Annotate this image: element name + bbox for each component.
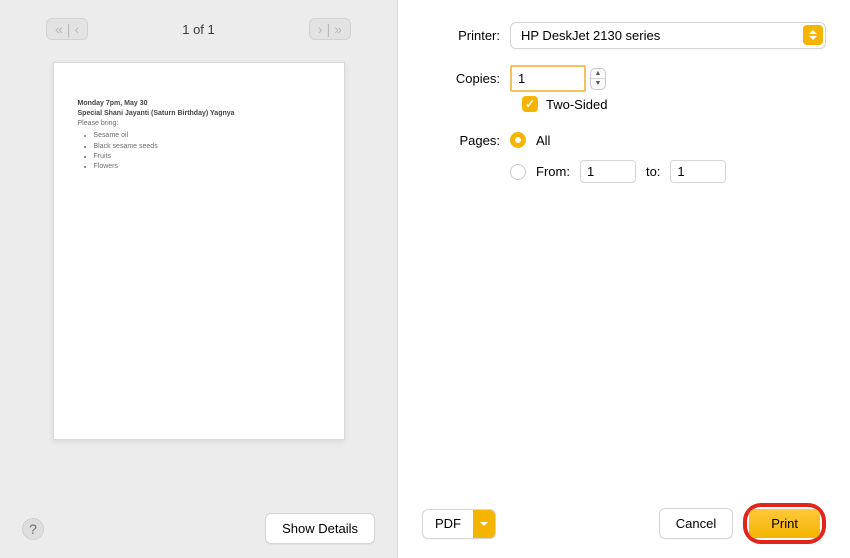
pdf-menu-button[interactable]: PDF xyxy=(422,509,496,539)
next-page-group[interactable]: › | » xyxy=(309,18,351,40)
stepper-down-icon: ▼ xyxy=(591,79,605,89)
pages-from-label: From: xyxy=(536,164,570,179)
two-sided-label: Two-Sided xyxy=(546,97,607,112)
doc-line-1: Monday 7pm, May 30 xyxy=(78,99,320,109)
pages-row: Pages: All From: to: xyxy=(422,132,826,183)
right-footer: PDF Cancel Print xyxy=(422,493,826,544)
options-pane: Printer: HP DeskJet 2130 series Copies: … xyxy=(398,0,850,558)
radio-icon xyxy=(510,164,526,180)
chevron-down-icon xyxy=(473,510,495,538)
copies-stepper[interactable]: ▲ ▼ xyxy=(590,68,606,90)
doc-line-2: Special Shani Jayanti (Saturn Birthday) … xyxy=(78,109,320,119)
pages-from-input[interactable] xyxy=(580,160,636,183)
prev-page-group[interactable]: « | ‹ xyxy=(46,18,88,40)
help-button[interactable]: ? xyxy=(22,518,44,540)
page-indicator: 1 of 1 xyxy=(182,22,215,37)
pages-options: All From: to: xyxy=(510,132,726,183)
doc-list-item: Fruits xyxy=(94,152,320,162)
printer-select-value: HP DeskJet 2130 series xyxy=(510,22,826,49)
dropdown-caret-icon xyxy=(803,25,823,45)
print-dialog: « | ‹ 1 of 1 › | » Monday 7pm, May 30 Sp… xyxy=(0,0,850,558)
nav-separator: | xyxy=(323,22,335,36)
two-sided-row: ✓ Two-Sided xyxy=(522,96,826,112)
printer-select[interactable]: HP DeskJet 2130 series xyxy=(510,22,826,49)
form-area: Printer: HP DeskJet 2130 series Copies: … xyxy=(422,22,826,493)
preview-nav-bar: « | ‹ 1 of 1 › | » xyxy=(18,18,379,40)
pdf-label: PDF xyxy=(423,510,473,537)
printer-label: Printer: xyxy=(422,28,510,43)
print-button-highlight: Print xyxy=(743,503,826,544)
copies-row: Copies: ▲ ▼ xyxy=(422,65,826,92)
doc-list-item: Sesame oil xyxy=(94,131,320,141)
last-page-icon: » xyxy=(334,22,342,36)
document-preview: Monday 7pm, May 30 Special Shani Jayanti… xyxy=(53,62,345,440)
doc-list-item: Black sesame seeds xyxy=(94,142,320,152)
doc-line-3: Please bring: xyxy=(78,119,320,129)
two-sided-checkbox[interactable]: ✓ xyxy=(522,96,538,112)
copies-label: Copies: xyxy=(422,71,510,86)
nav-separator: | xyxy=(63,22,75,36)
doc-list: Sesame oil Black sesame seeds Fruits Flo… xyxy=(78,131,320,172)
prev-page-icon: ‹ xyxy=(74,22,79,36)
radio-icon xyxy=(510,132,526,148)
preview-wrap: Monday 7pm, May 30 Special Shani Jayanti… xyxy=(18,62,379,507)
print-button[interactable]: Print xyxy=(749,509,820,538)
pages-all-option[interactable]: All xyxy=(510,132,726,148)
show-details-button[interactable]: Show Details xyxy=(265,513,375,544)
copies-input[interactable] xyxy=(510,65,586,92)
preview-pane: « | ‹ 1 of 1 › | » Monday 7pm, May 30 Sp… xyxy=(0,0,398,558)
pages-all-label: All xyxy=(536,133,550,148)
left-footer: ? Show Details xyxy=(18,507,379,544)
printer-row: Printer: HP DeskJet 2130 series xyxy=(422,22,826,49)
pages-label: Pages: xyxy=(422,132,510,148)
first-page-icon: « xyxy=(55,22,63,36)
pages-range-option[interactable]: From: to: xyxy=(510,160,726,183)
pages-to-label: to: xyxy=(646,164,660,179)
stepper-up-icon: ▲ xyxy=(591,69,605,79)
pages-to-input[interactable] xyxy=(670,160,726,183)
cancel-button[interactable]: Cancel xyxy=(659,508,733,539)
doc-list-item: Flowers xyxy=(94,162,320,172)
